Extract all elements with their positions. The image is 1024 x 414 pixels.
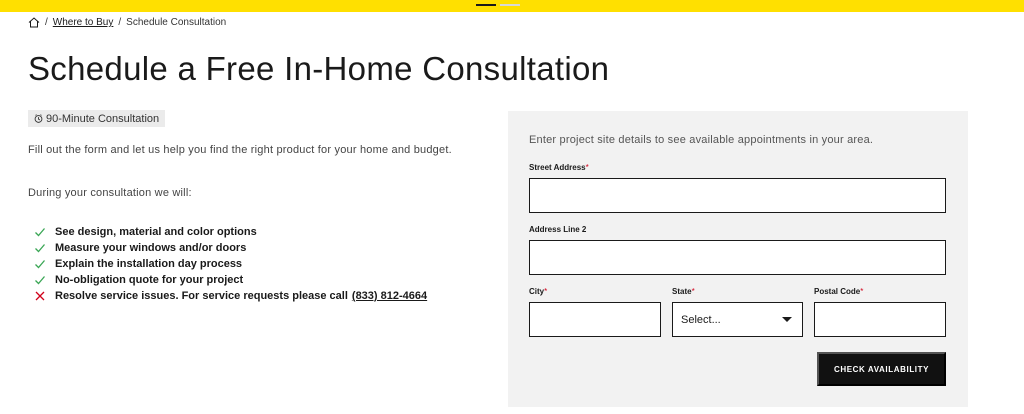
top-accent-bar [0,0,1024,12]
caret-down-icon [782,317,792,322]
address-line-2-input[interactable] [529,240,946,275]
street-address-input[interactable] [529,178,946,213]
postal-code-label: Postal Code* [814,287,863,296]
breadcrumb-current: Schedule Consultation [126,17,227,28]
list-item: Explain the installation day process [34,256,427,272]
page-title: Schedule a Free In-Home Consultation [28,50,610,87]
breadcrumb-separator: / [45,17,48,28]
state-label-text: State [672,287,692,296]
state-label: State* [672,287,695,296]
list-item-text: Explain the installation day process [55,258,243,270]
list-item-text: Measure your windows and/or doors [55,242,247,254]
city-label: City* [529,287,547,296]
service-phone-link[interactable]: (833) 812-4664 [352,290,427,302]
list-item: No-obligation quote for your project [34,272,427,288]
during-text: During your consultation we will: [28,187,192,199]
street-address-label: Street Address* [529,163,589,172]
city-input[interactable] [529,302,661,337]
required-marker: * [860,287,864,296]
list-item-text: Resolve service issues. For service requ… [55,290,348,302]
badge-label: 90-Minute Consultation [46,112,160,125]
list-item: Measure your windows and/or doors [34,240,427,256]
required-marker: * [691,287,695,296]
state-select[interactable]: Select... [672,302,803,337]
list-item: Resolve service issues. For service requ… [34,288,427,304]
carousel-indicator-active[interactable] [476,4,496,6]
address-line-2-label: Address Line 2 [529,225,586,234]
check-icon [35,244,45,253]
state-select-value: Select... [681,313,721,326]
duration-badge: 90-Minute Consultation [28,110,166,127]
x-icon [35,291,45,301]
check-icon [35,228,45,237]
list-item: See design, material and color options [34,224,427,240]
breadcrumb: / Where to Buy / Schedule Consultation [28,17,226,28]
check-availability-button[interactable]: CHECK AVAILABILITY [817,352,946,386]
breadcrumb-link-where-to-buy[interactable]: Where to Buy [53,17,114,28]
check-icon [35,260,45,269]
intro-text: Fill out the form and let us help you fi… [28,144,452,156]
breadcrumb-separator: / [118,17,122,28]
clock-icon [34,114,43,123]
required-marker: * [544,287,548,296]
consultation-form-panel: Enter project site details to see availa… [508,111,968,407]
required-marker: * [585,163,589,172]
list-item-text: No-obligation quote for your project [55,274,244,286]
postal-code-label-text: Postal Code [814,287,861,296]
postal-code-input[interactable] [814,302,946,337]
consultation-checklist: See design, material and color options M… [34,224,427,304]
street-address-label-text: Street Address [529,163,586,172]
home-icon[interactable] [28,17,40,28]
form-lead-text: Enter project site details to see availa… [529,134,874,146]
address-line-2-label-text: Address Line 2 [529,225,587,234]
check-icon [35,276,45,285]
city-label-text: City [529,287,545,296]
list-item-text: See design, material and color options [55,226,257,238]
carousel-indicator[interactable] [500,4,520,6]
